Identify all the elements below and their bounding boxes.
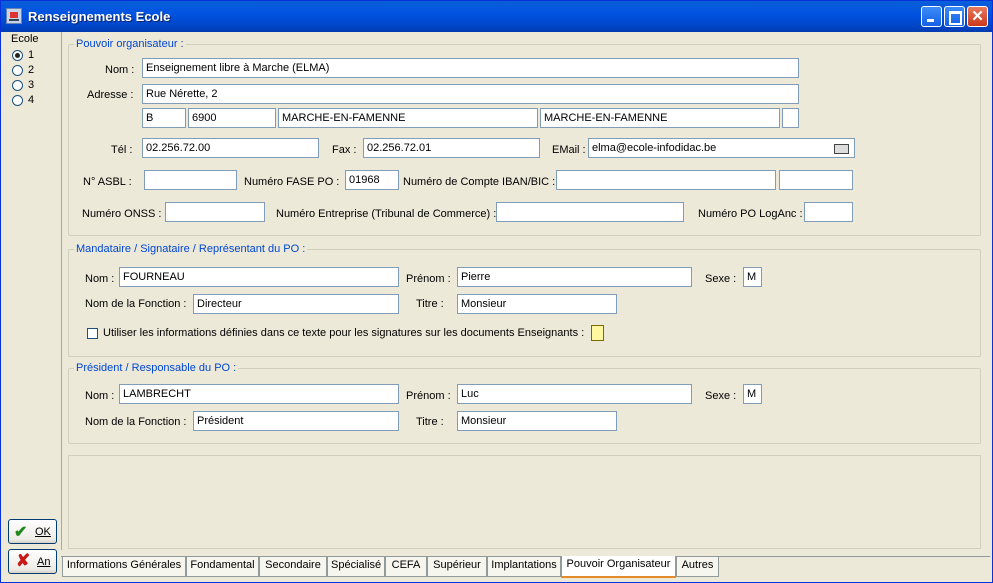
po-entreprise-label: Numéro Entreprise (Tribunal de Commerce)… xyxy=(276,208,497,220)
po-tel-input[interactable]: 02.256.72.00 xyxy=(142,138,319,158)
school-radio-label: 1 xyxy=(28,49,35,61)
school-radio-1[interactable] xyxy=(12,50,23,61)
po-fax-input[interactable]: 02.256.72.01 xyxy=(363,138,540,158)
window-title: Renseignements Ecole xyxy=(28,9,171,24)
mandataire-nom-label: Nom : xyxy=(85,273,115,285)
cross-icon: ✘ xyxy=(16,551,31,570)
separator xyxy=(61,32,62,550)
president-fonction-label: Nom de la Fonction : xyxy=(85,416,187,428)
app-icon xyxy=(6,8,22,24)
tab-informations-generales[interactable]: Informations Générales xyxy=(62,557,186,577)
school-radio-4[interactable] xyxy=(12,95,23,106)
mandataire-group-title: Mandataire / Signataire / Représentant d… xyxy=(74,243,308,255)
tab-specialise[interactable]: Spécialisé xyxy=(327,557,385,577)
po-bic-input[interactable] xyxy=(779,170,853,190)
president-nom-label: Nom : xyxy=(85,390,115,402)
po-commune-input[interactable]: MARCHE-EN-FAMENNE xyxy=(540,108,780,128)
po-compte-label: Numéro de Compte IBAN/BIC : xyxy=(403,176,556,188)
school-radio-3[interactable] xyxy=(12,80,23,91)
email-send-icon[interactable] xyxy=(834,144,849,154)
maximize-button[interactable] xyxy=(944,6,965,27)
tab-fondamental[interactable]: Fondamental xyxy=(186,557,259,577)
check-icon: ✔ xyxy=(14,524,28,541)
dialog-content: Ecole 1 2 3 4 ✔ OK ✘ An Pouvoir organisa… xyxy=(4,32,991,581)
minimize-button[interactable] xyxy=(921,6,942,27)
po-fase-label: Numéro FASE PO : xyxy=(244,176,340,188)
mandataire-prenom-label: Prénom : xyxy=(406,273,451,285)
title-bar[interactable]: Renseignements Ecole ✕ xyxy=(1,1,992,32)
po-nom-input[interactable]: Enseignement libre à Marche (ELMA) xyxy=(142,58,799,78)
po-email-label: EMail : xyxy=(552,144,586,156)
president-fonction-input[interactable]: Président xyxy=(193,411,399,431)
po-cp-input[interactable]: 6900 xyxy=(188,108,276,128)
po-group-title: Pouvoir organisateur : xyxy=(74,38,186,50)
signature-checkbox-label: Utiliser les informations définies dans … xyxy=(103,327,585,339)
president-group: Président / Responsable du PO : xyxy=(68,362,981,444)
empty-panel xyxy=(68,455,981,549)
po-logan-input[interactable] xyxy=(804,202,853,222)
school-radio-label: 3 xyxy=(28,79,35,91)
president-prenom-input[interactable]: Luc xyxy=(457,384,692,404)
school-label: Ecole xyxy=(11,33,39,45)
window: Renseignements Ecole ✕ Ecole 1 2 3 4 ✔ O… xyxy=(0,0,993,583)
po-logan-label: Numéro PO LogAnc : xyxy=(698,208,803,220)
signature-checkbox[interactable] xyxy=(87,328,98,339)
mandataire-titre-label: Titre : xyxy=(416,298,444,310)
president-titre-label: Titre : xyxy=(416,416,444,428)
po-adresse-input[interactable]: Rue Nérette, 2 xyxy=(142,84,799,104)
school-radio-label: 4 xyxy=(28,94,35,106)
po-tel-label: Tél : xyxy=(111,144,133,156)
president-titre-input[interactable]: Monsieur xyxy=(457,411,617,431)
tab-implantations[interactable]: Implantations xyxy=(487,557,561,577)
document-icon[interactable] xyxy=(591,325,604,341)
close-button[interactable]: ✕ xyxy=(967,6,988,27)
po-adresse-label: Adresse : xyxy=(87,89,134,101)
mandataire-fonction-label: Nom de la Fonction : xyxy=(85,298,187,310)
mandataire-sexe-input[interactable]: M xyxy=(743,267,762,287)
president-sexe-input[interactable]: M xyxy=(743,384,762,404)
mandataire-sexe-label: Sexe : xyxy=(705,273,737,285)
po-onss-input[interactable] xyxy=(165,202,265,222)
school-radio-label: 2 xyxy=(28,64,35,76)
po-entreprise-input[interactable] xyxy=(496,202,684,222)
tab-superieur[interactable]: Supérieur xyxy=(427,557,487,577)
mandataire-nom-input[interactable]: FOURNEAU xyxy=(119,267,399,287)
po-fase-input[interactable]: 01968 xyxy=(345,170,399,190)
mandataire-prenom-input[interactable]: Pierre xyxy=(457,267,692,287)
mandataire-fonction-input[interactable]: Directeur xyxy=(193,294,399,314)
cancel-button[interactable]: ✘ An xyxy=(8,549,57,574)
tab-cefa[interactable]: CEFA xyxy=(385,557,427,577)
po-email-input[interactable]: elma@ecole-infodidac.be xyxy=(588,138,855,158)
tab-pouvoir-organisateur[interactable]: Pouvoir Organisateur xyxy=(561,556,676,578)
tab-secondaire[interactable]: Secondaire xyxy=(259,557,327,577)
president-nom-input[interactable]: LAMBRECHT xyxy=(119,384,399,404)
president-group-title: Président / Responsable du PO : xyxy=(74,362,239,374)
po-extra-input[interactable] xyxy=(782,108,799,128)
school-radio-2[interactable] xyxy=(12,65,23,76)
president-prenom-label: Prénom : xyxy=(406,390,451,402)
po-pays-input[interactable]: B xyxy=(142,108,186,128)
mandataire-titre-input[interactable]: Monsieur xyxy=(457,294,617,314)
ok-label: OK xyxy=(35,526,51,538)
po-iban-input[interactable] xyxy=(556,170,776,190)
po-fax-label: Fax : xyxy=(332,144,357,156)
cancel-label: An xyxy=(37,556,51,568)
po-localite-input[interactable]: MARCHE-EN-FAMENNE xyxy=(278,108,538,128)
president-sexe-label: Sexe : xyxy=(705,390,737,402)
ok-button[interactable]: ✔ OK xyxy=(8,519,57,544)
po-asbl-input[interactable] xyxy=(144,170,237,190)
po-nom-label: Nom : xyxy=(105,64,135,76)
po-onss-label: Numéro ONSS : xyxy=(82,208,162,220)
tab-autres[interactable]: Autres xyxy=(676,557,719,577)
po-asbl-label: N° ASBL : xyxy=(83,176,132,188)
